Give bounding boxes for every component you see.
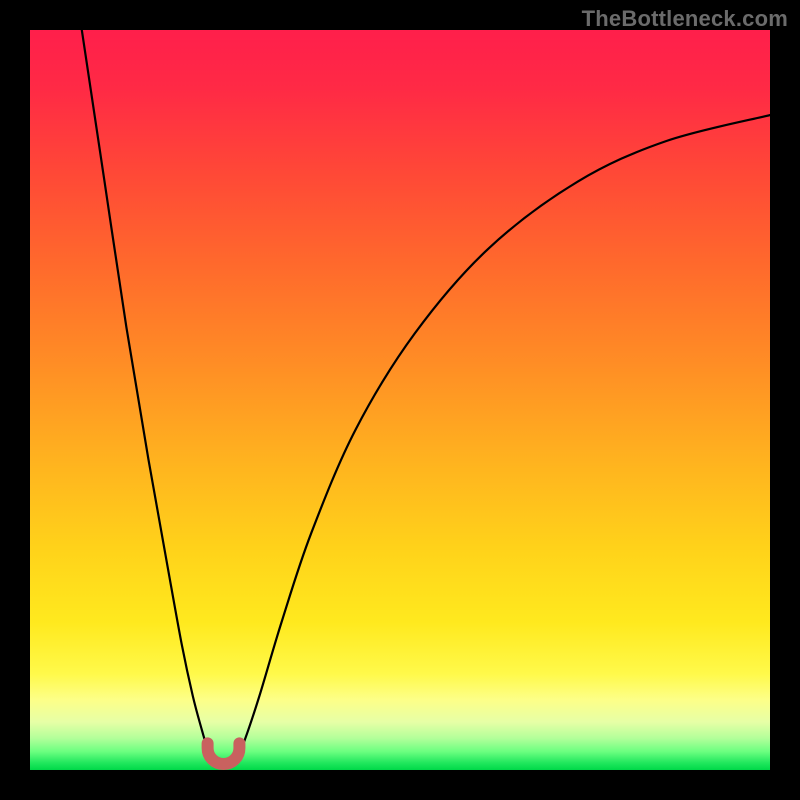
chart-svg xyxy=(30,30,770,770)
outer-frame: TheBottleneck.com xyxy=(0,0,800,800)
watermark-text: TheBottleneck.com xyxy=(582,6,788,32)
gradient-background xyxy=(30,30,770,770)
plot-area xyxy=(30,30,770,770)
